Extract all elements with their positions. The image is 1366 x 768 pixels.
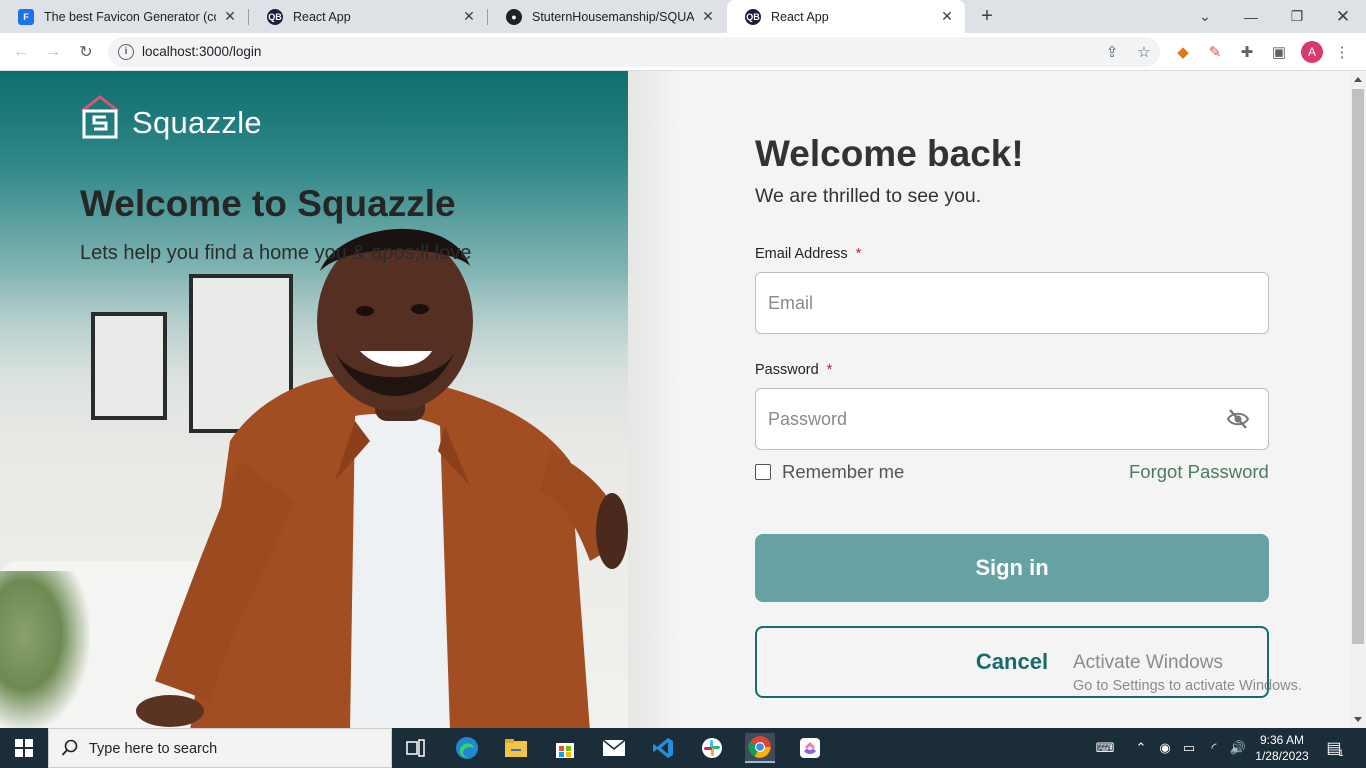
- show-hidden-icons-chevron-icon[interactable]: ⌃: [1131, 728, 1151, 768]
- watermark-line-2: Go to Settings to activate Windows.: [1073, 678, 1302, 694]
- password-input[interactable]: [768, 389, 1208, 449]
- password-field[interactable]: [755, 388, 1269, 450]
- close-tab-icon[interactable]: ✕: [222, 8, 238, 25]
- email-label: Email Address *: [755, 246, 861, 262]
- restore-button[interactable]: ❐: [1274, 0, 1320, 33]
- scroll-down-arrow-icon[interactable]: [1354, 717, 1362, 722]
- edge-browser-icon[interactable]: [452, 733, 482, 763]
- chrome-icon[interactable]: [745, 733, 775, 763]
- windows-start-button[interactable]: [0, 728, 48, 768]
- volume-icon[interactable]: 🔊: [1227, 728, 1249, 768]
- plant: [0, 571, 90, 728]
- microsoft-store-icon[interactable]: [550, 733, 580, 763]
- form-title: Welcome back!: [755, 133, 1024, 174]
- close-tab-icon[interactable]: ✕: [700, 8, 716, 25]
- email-field[interactable]: [755, 272, 1269, 334]
- email-input[interactable]: [768, 273, 1208, 333]
- site-info-icon[interactable]: i: [118, 44, 134, 60]
- new-tab-button[interactable]: +: [976, 5, 998, 27]
- windows-logo-icon: [15, 739, 33, 757]
- browser-tab-strip: F The best Favicon Generator (com ✕ QB R…: [0, 0, 1366, 33]
- browser-toolbar: ← → ↻ i localhost:3000/login ⇪ ☆ ◆ ✎ ✚ ▣…: [0, 33, 1366, 71]
- email-label-text: Email Address: [755, 246, 848, 262]
- hero-image-panel: Squazzle Welcome to Squazzle Lets help y…: [0, 71, 675, 728]
- vscode-icon[interactable]: [648, 733, 678, 763]
- url-text[interactable]: localhost:3000/login: [142, 44, 261, 59]
- task-view-icon[interactable]: [401, 733, 431, 763]
- remember-me-row[interactable]: Remember me: [755, 461, 904, 483]
- color-picker-extension-icon[interactable]: ✎: [1205, 42, 1225, 62]
- remember-me-checkbox[interactable]: [755, 464, 771, 480]
- windows-taskbar: Type here to search ⌨ ⌃ ◉ ▭ ◜ 🔊 9:36 AM …: [0, 728, 1366, 768]
- password-label-text: Password: [755, 362, 819, 378]
- clickup-icon[interactable]: [795, 733, 825, 763]
- login-page: Squazzle Welcome to Squazzle Lets help y…: [0, 71, 1350, 728]
- password-label: Password *: [755, 362, 832, 378]
- forgot-password-link[interactable]: Forgot Password: [1129, 461, 1269, 483]
- reload-icon[interactable]: ↻: [75, 41, 97, 63]
- clock-date: 1/28/2023: [1255, 749, 1309, 763]
- back-arrow-icon[interactable]: ←: [10, 41, 32, 63]
- notification-center-icon[interactable]: ▤ 1: [1322, 728, 1348, 768]
- tab-title: StuternHousemanship/SQUAZZL: [532, 9, 694, 24]
- battery-icon[interactable]: ▭: [1178, 728, 1200, 768]
- close-tab-icon[interactable]: ✕: [939, 8, 955, 25]
- browser-tab[interactable]: ● StuternHousemanship/SQUAZZL ✕: [488, 0, 726, 33]
- react-app-icon: QB: [745, 8, 761, 25]
- tab-search-chevron-icon[interactable]: ⌄: [1182, 0, 1228, 33]
- sign-in-button[interactable]: Sign in: [755, 534, 1269, 602]
- minimize-button[interactable]: —: [1228, 0, 1274, 33]
- keyboard-icon[interactable]: ⌨: [1092, 728, 1118, 768]
- taskbar-clock[interactable]: 9:36 AM 1/28/2023: [1252, 732, 1312, 764]
- meet-now-icon[interactable]: ◉: [1155, 728, 1175, 768]
- file-explorer-icon[interactable]: [501, 733, 531, 763]
- smiling-man-photo: [136, 228, 628, 728]
- login-form-panel: Welcome back! We are thrilled to see you…: [675, 71, 1350, 728]
- react-app-icon: QB: [267, 8, 283, 25]
- hero-title: Welcome to Squazzle: [80, 183, 456, 224]
- activate-windows-watermark: Activate Windows Go to Settings to activ…: [1073, 652, 1302, 694]
- scroll-up-arrow-icon[interactable]: [1354, 77, 1362, 82]
- search-icon: [61, 739, 78, 756]
- squazzle-logo[interactable]: Squazzle: [80, 95, 262, 141]
- metamask-extension-icon[interactable]: ◆: [1173, 42, 1193, 62]
- page-scrollbar[interactable]: [1350, 71, 1366, 728]
- tab-title: React App: [771, 9, 829, 24]
- close-window-button[interactable]: ✕: [1320, 0, 1366, 33]
- form-subtitle: We are thrilled to see you.: [755, 185, 982, 207]
- required-asterisk: *: [826, 362, 833, 378]
- browser-tab[interactable]: QB React App ✕: [249, 0, 487, 33]
- close-tab-icon[interactable]: ✕: [461, 8, 477, 25]
- slack-icon[interactable]: [697, 733, 727, 763]
- wifi-icon[interactable]: ◜: [1203, 728, 1225, 768]
- favicon-generator-icon: F: [18, 8, 34, 25]
- scrollbar-thumb[interactable]: [1352, 89, 1364, 644]
- github-icon: ●: [506, 8, 522, 25]
- address-bar[interactable]: i localhost:3000/login ⇪ ☆: [108, 37, 1160, 67]
- browser-tab-active[interactable]: QB React App ✕: [727, 0, 965, 33]
- side-panel-icon[interactable]: ▣: [1269, 42, 1289, 62]
- share-icon[interactable]: ⇪: [1102, 42, 1122, 62]
- notification-count: 1: [1338, 748, 1344, 758]
- remember-me-label[interactable]: Remember me: [782, 461, 904, 483]
- brand-name: Squazzle: [132, 105, 262, 140]
- tab-title: React App: [293, 9, 351, 24]
- required-asterisk: *: [855, 246, 862, 262]
- forward-arrow-icon[interactable]: →: [42, 41, 64, 63]
- mail-icon[interactable]: [599, 733, 629, 763]
- hero-subtitle: Lets help you find a home you & apos;ll …: [80, 242, 472, 264]
- eye-slash-icon[interactable]: [1226, 408, 1250, 430]
- search-placeholder: Type here to search: [89, 741, 218, 757]
- profile-avatar[interactable]: A: [1301, 41, 1323, 63]
- clock-time: 9:36 AM: [1259, 733, 1305, 747]
- bookmark-star-icon[interactable]: ☆: [1134, 42, 1154, 62]
- watermark-line-1: Activate Windows: [1073, 652, 1223, 673]
- extensions-puzzle-icon[interactable]: ✚: [1237, 42, 1257, 62]
- house-logo-icon: [81, 95, 119, 139]
- taskbar-search-box[interactable]: Type here to search: [48, 728, 392, 768]
- browser-tab[interactable]: F The best Favicon Generator (com ✕: [0, 0, 248, 33]
- kebab-menu-icon[interactable]: ⋮: [1332, 42, 1352, 62]
- tab-title: The best Favicon Generator (com: [44, 9, 216, 24]
